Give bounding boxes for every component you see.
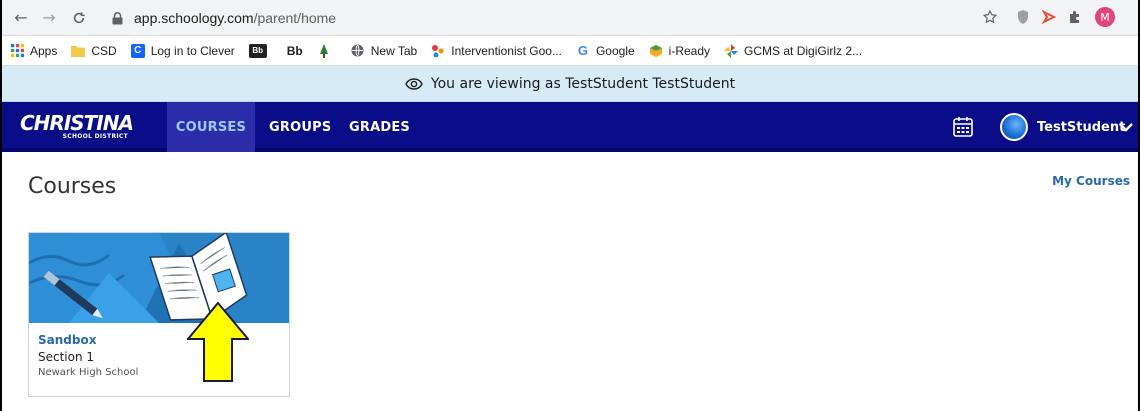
blackboard-icon: Bb: [248, 43, 267, 58]
bookmark-csd[interactable]: CSD: [71, 43, 117, 58]
globe-icon: [351, 44, 365, 58]
clever-icon: C: [130, 43, 145, 58]
google-icon: G: [577, 43, 589, 58]
course-card-image: [29, 233, 289, 323]
back-arrow-icon[interactable]: ←: [10, 7, 32, 29]
app-header: CHRISTINA SCHOOL DISTRICT COURSES GROUPS…: [2, 102, 1138, 152]
logo-main-text: CHRISTINA: [20, 111, 134, 135]
tab-courses[interactable]: COURSES: [167, 102, 255, 152]
bookmark-label: Bb: [286, 43, 303, 58]
forward-arrow-icon[interactable]: →: [38, 7, 60, 29]
bookmark-label: Interventionist Goo...: [451, 43, 562, 58]
bookmark-apps[interactable]: Apps: [10, 44, 57, 58]
chevron-down-icon[interactable]: [1118, 119, 1134, 135]
tab-grades[interactable]: GRADES: [349, 102, 410, 152]
bookmark-label: i-Ready: [668, 43, 711, 58]
district-logo[interactable]: CHRISTINA SCHOOL DISTRICT: [20, 111, 134, 145]
course-section: Section 1: [38, 350, 95, 364]
bookmark-bb[interactable]: Bb: [287, 44, 303, 58]
bookmark-label: CSD: [91, 43, 117, 58]
bookmarks-bar: Apps CSD C Log in to Clever Bb Bb New Ta…: [2, 36, 1138, 66]
page-title: Courses: [28, 174, 117, 199]
extension-shield-icon[interactable]: [1012, 6, 1034, 28]
bookmark-blackboard[interactable]: Bb: [248, 43, 273, 58]
calendar-icon[interactable]: [952, 116, 974, 138]
viewing-as-banner: You are viewing as TestStudent TestStude…: [2, 66, 1138, 102]
bookmark-interventionist[interactable]: Interventionist Goo...: [431, 44, 562, 58]
pinwheel-icon: [724, 43, 739, 58]
address-bar-row: ← → app.schoology.com/parent/home M: [2, 0, 1138, 36]
profile-avatar[interactable]: M: [1094, 6, 1116, 28]
url-bar[interactable]: app.schoology.com/parent/home: [110, 4, 980, 32]
tab-groups[interactable]: GROUPS: [269, 102, 331, 152]
apps-grid-icon: [10, 44, 24, 58]
url-text: app.schoology.com/parent/home: [134, 10, 336, 26]
course-name[interactable]: Sandbox: [38, 333, 96, 347]
user-name[interactable]: TestStudent: [1037, 102, 1125, 152]
bookmark-label: Log in to Clever: [150, 43, 235, 58]
bookmark-label: Apps: [30, 43, 58, 58]
profile-initial: M: [1100, 11, 1110, 24]
bookmark-tree[interactable]: [317, 43, 337, 58]
folder-icon: [71, 44, 86, 58]
eye-icon: [405, 77, 423, 90]
url-host: app.schoology.com: [134, 10, 254, 26]
iready-icon: [649, 44, 663, 58]
browser-window: ← → app.schoology.com/parent/home M Apps…: [0, 0, 1140, 411]
extensions-puzzle-icon[interactable]: [1064, 6, 1086, 28]
bookmark-label: GCMS at DigiGirlz 2...: [744, 43, 863, 58]
url-path: /parent/home: [253, 10, 337, 26]
star-bookmark-icon[interactable]: [979, 6, 1001, 28]
reload-icon[interactable]: [68, 7, 90, 29]
course-card[interactable]: Sandbox Section 1 Newark High School: [28, 232, 290, 397]
bookmark-new-tab[interactable]: New Tab: [351, 44, 417, 58]
bookmark-iready[interactable]: i-Ready: [649, 44, 710, 58]
extension-arrow-icon[interactable]: [1038, 6, 1060, 28]
bookmark-gcms[interactable]: GCMS at DigiGirlz 2...: [724, 43, 863, 58]
lock-icon: [110, 11, 124, 25]
bookmark-label: New Tab: [370, 43, 418, 58]
user-avatar[interactable]: [1000, 113, 1028, 141]
banner-text: You are viewing as TestStudent TestStude…: [430, 75, 736, 92]
abc-icon: [431, 44, 445, 58]
bookmark-clever[interactable]: C Log in to Clever: [130, 43, 235, 58]
annotation-arrow-up-icon: [187, 302, 249, 382]
bookmark-google[interactable]: G Google: [576, 43, 635, 58]
tree-icon: [317, 43, 331, 58]
bookmark-label: Google: [595, 43, 635, 58]
main-content: Courses My Courses Sandbox Section 1 New…: [2, 152, 1138, 411]
my-courses-link[interactable]: My Courses: [1052, 174, 1130, 188]
course-school: Newark High School: [38, 367, 139, 378]
